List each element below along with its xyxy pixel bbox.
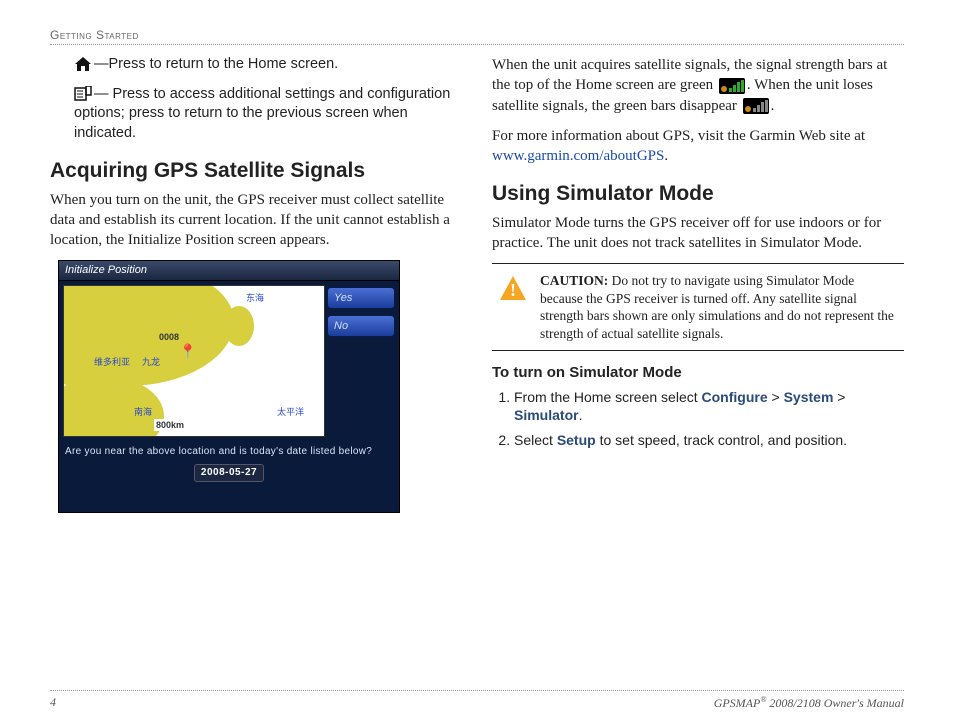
options-icon-desc: — Press to access additional settings an… — [74, 85, 462, 144]
screenshot-body: 东海 维多利亚 九龙 南海 太平洋 0008 800km 📍 Yes No — [59, 281, 399, 441]
para-acquiring: When you turn on the unit, the GPS recei… — [50, 190, 462, 251]
home-icon-desc: —Press to return to the Home screen. — [74, 55, 462, 75]
para-signals: When the unit acquires satellite signals… — [492, 55, 904, 116]
map-pin-icon: 📍 — [179, 342, 196, 361]
caution-icon: ! — [498, 274, 528, 304]
heading-simulator: Using Simulator Mode — [492, 180, 904, 208]
right-column: When the unit acquires satellite signals… — [492, 55, 904, 513]
map-label-pacific: 太平洋 — [277, 406, 304, 418]
step-1: From the Home screen select Configure > … — [514, 388, 904, 426]
about-gps-link[interactable]: www.garmin.com/aboutGPS — [492, 148, 664, 164]
home-icon — [74, 56, 92, 72]
kw-system: System — [784, 389, 834, 405]
kw-configure: Configure — [702, 389, 768, 405]
heading-acquiring: Acquiring GPS Satellite Signals — [50, 157, 462, 185]
map-scale: 800km — [154, 419, 186, 431]
caution-box: ! CAUTION: Do not try to navigate using … — [492, 263, 904, 351]
page-footer: 4 GPSMAP® 2008/2108 Owner's Manual — [50, 690, 904, 711]
screenshot-no-button[interactable]: No — [327, 315, 395, 337]
footer-product: GPSMAP® 2008/2108 Owner's Manual — [714, 695, 904, 711]
left-column: —Press to return to the Home screen. — P… — [50, 55, 462, 513]
map-label-kowloon: 九龙 — [142, 356, 160, 368]
map-label-donghai: 东海 — [246, 292, 264, 304]
section-header: Getting Started — [50, 28, 904, 45]
screenshot-yes-button[interactable]: Yes — [327, 287, 395, 309]
map-label-nanhai: 南海 — [134, 406, 152, 418]
screenshot-date: 2008-05-27 — [194, 464, 264, 482]
map-label-victoria: 维多利亚 — [94, 356, 130, 368]
kw-setup: Setup — [557, 432, 596, 448]
subheading-turn-on-sim: To turn on Simulator Mode — [492, 363, 904, 383]
step-2: Select Setup to set speed, track control… — [514, 431, 904, 450]
initialize-position-screenshot: Initialize Position 东海 维多利亚 九龙 南海 太平洋 00… — [58, 260, 400, 512]
svg-text:!: ! — [510, 280, 516, 300]
screenshot-titlebar: Initialize Position — [59, 261, 399, 281]
home-icon-text: —Press to return to the Home screen. — [94, 56, 338, 72]
caution-label: CAUTION: — [540, 273, 608, 288]
screenshot-map: 东海 维多利亚 九龙 南海 太平洋 0008 800km 📍 — [63, 285, 325, 437]
para-simulator: Simulator Mode turns the GPS receiver of… — [492, 213, 904, 254]
signal-bars-green-icon — [719, 78, 745, 94]
signal-bars-lost-icon — [743, 98, 769, 114]
options-icon — [74, 86, 92, 102]
para-moreinfo: For more information about GPS, visit th… — [492, 126, 904, 167]
options-icon-text: — Press to access additional settings an… — [74, 86, 450, 141]
map-label-code: 0008 — [159, 331, 179, 343]
screenshot-question: Are you near the above location and is t… — [59, 441, 399, 460]
page-number: 4 — [50, 695, 56, 711]
kw-simulator: Simulator — [514, 407, 579, 423]
screenshot-date-row: 2008-05-27 — [59, 460, 399, 512]
